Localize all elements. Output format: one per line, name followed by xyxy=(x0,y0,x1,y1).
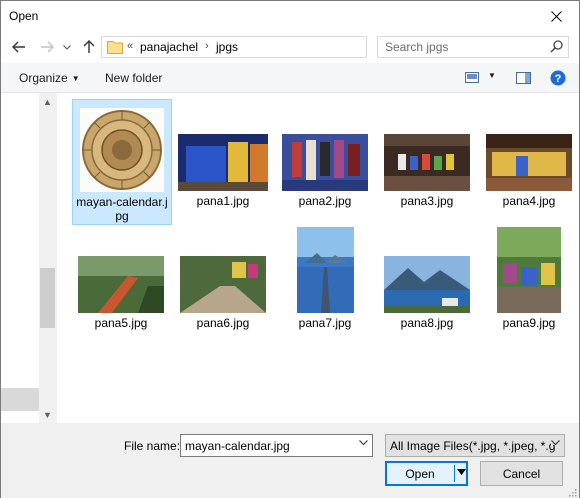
file-thumbnail xyxy=(479,221,579,313)
caret-down-icon: ▼ xyxy=(71,74,80,83)
file-item[interactable]: pana5.jpg xyxy=(71,221,171,330)
help-icon: ? xyxy=(550,70,566,86)
file-item[interactable]: pana4.jpg xyxy=(479,99,579,208)
breadcrumb-panajachel[interactable]: panajachel xyxy=(140,40,198,54)
scrollbar-thumb[interactable] xyxy=(40,268,55,328)
file-item[interactable]: pana7.jpg xyxy=(275,221,375,330)
file-item[interactable]: pana8.jpg xyxy=(377,221,477,330)
file-item[interactable]: pana3.jpg xyxy=(377,99,477,208)
arrow-left-icon xyxy=(12,41,25,53)
photo-thumbnail xyxy=(497,227,561,313)
close-button[interactable] xyxy=(534,1,579,31)
file-thumbnail xyxy=(71,221,171,313)
close-icon xyxy=(551,10,562,22)
file-thumbnail xyxy=(173,99,273,191)
chevron-down-icon xyxy=(551,440,560,445)
vertical-scrollbar[interactable]: ▲ ▼ xyxy=(39,93,56,423)
photo-thumbnail xyxy=(282,134,368,191)
photo-thumbnail xyxy=(180,256,266,313)
file-name: pana4.jpg xyxy=(502,194,556,208)
file-item[interactable]: pana1.jpg xyxy=(173,99,273,208)
file-thumbnail xyxy=(73,100,171,192)
forward-button[interactable] xyxy=(37,37,57,57)
photo-thumbnail xyxy=(486,134,572,191)
file-name: pana8.jpg xyxy=(400,316,454,330)
cancel-button-label: Cancel xyxy=(502,467,541,481)
title-bar: Open xyxy=(1,1,579,31)
file-name: pana5.jpg xyxy=(94,316,148,330)
breadcrumb-jpgs[interactable]: jpgs xyxy=(216,40,238,54)
address-overflow[interactable]: « xyxy=(127,40,133,52)
svg-text:?: ? xyxy=(555,73,562,85)
photo-thumbnail xyxy=(296,227,354,313)
file-item[interactable]: mayan-calendar.jpg xyxy=(72,99,172,225)
help-button[interactable]: ? xyxy=(550,70,566,89)
file-name: pana7.jpg xyxy=(298,316,352,330)
folder-icon xyxy=(107,41,123,54)
new-folder-button[interactable]: New folder xyxy=(105,71,162,85)
file-item[interactable]: pana6.jpg xyxy=(173,221,273,330)
change-view-button[interactable] xyxy=(465,72,479,86)
nav-pane-selected-item[interactable] xyxy=(1,388,39,411)
back-button[interactable] xyxy=(9,37,29,57)
file-thumbnail xyxy=(173,221,273,313)
file-name: pana6.jpg xyxy=(196,316,250,330)
preview-pane-button[interactable] xyxy=(516,72,531,87)
breadcrumb-separator: › xyxy=(205,40,209,52)
calendar-thumbnail xyxy=(80,108,164,192)
open-button[interactable]: Open xyxy=(385,461,468,486)
file-item[interactable]: pana2.jpg xyxy=(275,99,375,208)
organize-label: Organize xyxy=(19,71,68,85)
file-name: pana9.jpg xyxy=(502,316,556,330)
recent-locations-button[interactable] xyxy=(61,37,73,57)
search-icon xyxy=(550,40,563,53)
scroll-up-arrow[interactable]: ▲ xyxy=(39,93,56,110)
photo-thumbnail xyxy=(384,134,470,191)
file-name-field[interactable]: mayan-calendar.jpg xyxy=(180,434,373,457)
window-title: Open xyxy=(9,9,39,23)
resize-grip-icon[interactable] xyxy=(567,487,577,497)
split-divider xyxy=(454,465,455,482)
navigation-bar: « panajachel › jpgs Search jpgs xyxy=(1,31,579,63)
organize-menu[interactable]: Organize ▼ xyxy=(19,71,80,85)
file-thumbnail xyxy=(275,221,375,313)
up-button[interactable] xyxy=(79,37,99,57)
photo-thumbnail xyxy=(78,256,164,313)
search-placeholder: Search jpgs xyxy=(385,40,449,54)
address-bar[interactable]: « panajachel › jpgs xyxy=(101,36,462,58)
file-item[interactable]: pana9.jpg xyxy=(479,221,579,330)
preview-pane-icon xyxy=(516,72,531,84)
file-thumbnail xyxy=(377,99,477,191)
open-dialog: Open « panajachel › jpgs Search jpgs Org… xyxy=(0,0,580,498)
file-view[interactable]: mayan-calendar.jpg pana1.jpg pana2.jpg p… xyxy=(57,93,579,423)
search-box[interactable]: Search jpgs xyxy=(377,36,569,58)
file-thumbnail xyxy=(479,99,579,191)
photo-thumbnail xyxy=(178,134,268,191)
file-thumbnail xyxy=(275,99,375,191)
file-thumbnail xyxy=(377,221,477,313)
command-toolbar: Organize ▼ New folder ▼ ? xyxy=(1,63,579,93)
arrow-right-icon xyxy=(41,41,54,53)
dialog-footer: File name: mayan-calendar.jpg All Image … xyxy=(1,423,579,498)
open-button-label: Open xyxy=(405,467,435,481)
view-options-caret[interactable]: ▼ xyxy=(488,71,496,80)
file-name: pana3.jpg xyxy=(400,194,454,208)
photo-thumbnail xyxy=(384,256,470,313)
cancel-button[interactable]: Cancel xyxy=(480,461,563,486)
file-name: pana1.jpg xyxy=(196,194,250,208)
caret-down-icon[interactable] xyxy=(457,469,466,475)
file-name: mayan-calendar.jpg xyxy=(76,195,168,223)
file-name: pana2.jpg xyxy=(298,194,352,208)
file-name-value[interactable]: mayan-calendar.jpg xyxy=(185,439,290,453)
arrow-up-icon xyxy=(83,40,95,53)
file-name-label: File name: xyxy=(124,439,181,453)
view-icon xyxy=(465,72,479,83)
file-type-value: All Image Files(*.jpg, *.jpeg, *.g xyxy=(390,439,556,453)
chevron-down-icon xyxy=(63,44,71,50)
scroll-down-arrow[interactable]: ▼ xyxy=(39,406,56,423)
chevron-down-icon[interactable] xyxy=(359,440,368,445)
file-type-select[interactable]: All Image Files(*.jpg, *.jpeg, *.g xyxy=(385,434,565,457)
